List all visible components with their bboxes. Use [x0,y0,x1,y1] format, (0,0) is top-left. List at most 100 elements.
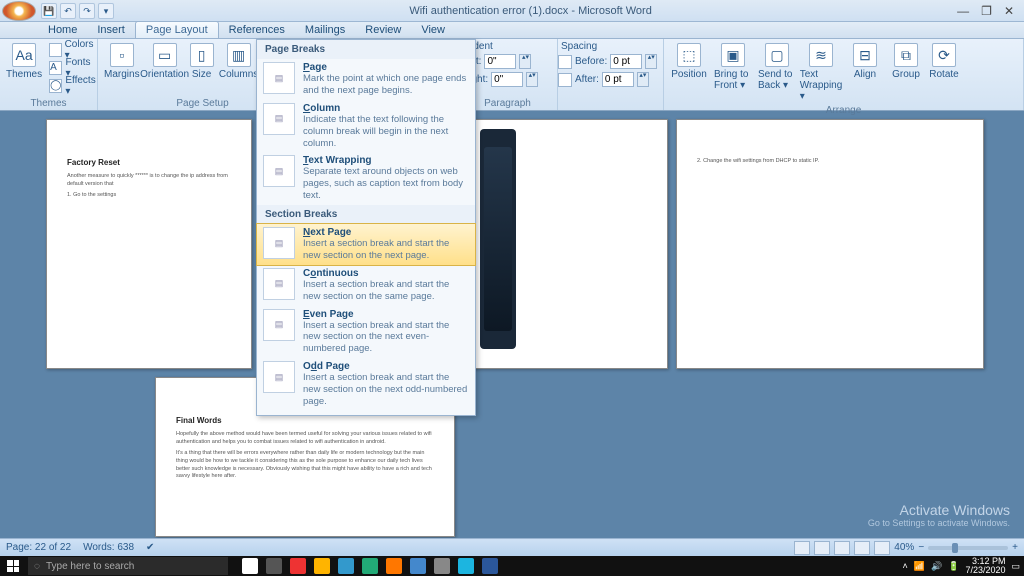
quick-access-toolbar: 💾 ↶ ↷ ▾ [41,3,114,19]
zoom-level[interactable]: 40% [894,542,914,553]
store-icon[interactable] [338,558,354,574]
break-option-desc: Mark the point at which one page ends an… [303,73,469,97]
full-screen-view[interactable] [814,541,830,555]
phone-screenshot-1b [480,129,516,349]
word-count[interactable]: Words: 638 [83,542,134,553]
spacing-after-input[interactable] [602,72,634,87]
indent-right-input[interactable] [491,72,523,87]
margins-icon: ▫ [110,43,134,67]
tab-insert[interactable]: Insert [87,22,135,38]
tab-home[interactable]: Home [38,22,87,38]
start-button[interactable] [0,556,26,576]
columns-button[interactable]: ▥Columns [218,41,260,82]
idm-icon[interactable] [362,558,378,574]
tab-mailings[interactable]: Mailings [295,22,355,38]
tab-view[interactable]: View [411,22,455,38]
rotate-button[interactable]: ⟳Rotate [926,41,962,82]
activate-windows-watermark: Activate Windows Go to Settings to activ… [868,502,1010,528]
page-count[interactable]: Page: 22 of 22 [6,542,71,553]
notifications-icon[interactable]: ▭ [1011,561,1020,572]
section-breaks-header: Section Breaks [257,205,475,224]
app-icon[interactable] [434,558,450,574]
tab-page-layout[interactable]: Page Layout [135,21,219,38]
print-layout-view[interactable] [794,541,810,555]
group-button[interactable]: ⧉Group [888,41,924,82]
p1-heading: Factory Reset [67,158,231,167]
indent-left-input[interactable] [484,54,516,69]
align-icon: ⊟ [853,43,877,67]
draft-view[interactable] [874,541,890,555]
breaks-option-page[interactable]: ▤PageMark the point at which one page en… [257,59,475,100]
clock-date[interactable]: 7/23/2020 [965,566,1005,575]
taskbar-search[interactable]: ◌Type here to search [28,557,228,575]
break-option-desc: Insert a section break and start the new… [303,372,469,408]
vlc-icon[interactable] [386,558,402,574]
orientation-button[interactable]: ▭Orientation [144,41,186,82]
align-button[interactable]: ⊟Align [844,41,886,82]
break-option-title: Continuous [303,268,469,279]
redo-icon[interactable]: ↷ [79,3,95,19]
cortana-icon[interactable] [242,558,258,574]
breaks-option-next-page[interactable]: ▤Next PageInsert a section break and sta… [256,223,476,266]
task-view-icon[interactable] [266,558,282,574]
save-icon[interactable]: 💾 [41,3,57,19]
word-icon[interactable] [482,558,498,574]
breaks-option-continuous[interactable]: ▤ContinuousInsert a section break and st… [257,265,475,306]
office-button[interactable] [2,1,36,21]
size-button[interactable]: ▯Size [188,41,216,82]
spacing-before[interactable]: Before:▴▾ [558,53,657,70]
breaks-option-even-page[interactable]: ▤Even PageInsert a section break and sta… [257,306,475,359]
breaks-option-text-wrapping[interactable]: ▤Text WrappingSeparate text around objec… [257,152,475,205]
opera-icon[interactable] [290,558,306,574]
break-option-title: Text Wrapping [303,155,469,166]
themes-button[interactable]: AaThemes [4,41,44,82]
window-controls: — ❐ ✕ [947,4,1024,18]
spacing-after[interactable]: After:▴▾ [558,71,649,88]
break-option-desc: Insert a section break and start the new… [303,320,469,356]
effects-icon: ◯ [49,79,62,93]
outline-view[interactable] [854,541,870,555]
spacing-before-input[interactable] [610,54,642,69]
qat-more-icon[interactable]: ▾ [98,3,114,19]
volume-icon[interactable]: 🔊 [931,561,942,572]
close-button[interactable]: ✕ [1004,4,1014,18]
send-back-button[interactable]: ▢Send to Back ▾ [756,41,798,93]
web-layout-view[interactable] [834,541,850,555]
page-1[interactable]: Factory Reset Another measure to quickly… [46,119,252,369]
edge-icon[interactable] [458,558,474,574]
theme-effects[interactable]: ◯Effects ▾ [46,77,99,94]
zoom-out-button[interactable]: − [918,542,924,553]
proofing-icon[interactable]: ✔ [146,542,154,553]
break-option-icon: ▤ [263,155,295,187]
break-option-title: Column [303,103,469,114]
battery-icon[interactable]: 🔋 [948,561,959,572]
maximize-button[interactable]: ❐ [981,4,992,18]
bring-front-button[interactable]: ▣Bring to Front ▾ [712,41,754,93]
break-option-desc: Insert a section break and start the new… [303,238,469,262]
theme-fonts[interactable]: AFonts ▾ [46,59,99,76]
window-title: Wifi authentication error (1).docx - Mic… [114,5,947,17]
spacing-header: Spacing [558,41,600,52]
zoom-in-button[interactable]: + [1012,542,1018,553]
document-canvas[interactable]: Factory Reset Another measure to quickly… [0,111,1024,538]
break-option-title: Next Page [303,227,469,238]
taskbar: ◌Type here to search ˄ 📶 🔊 🔋 3:12 PM 7/2… [0,556,1024,576]
text-wrap-button[interactable]: ≋Text Wrapping ▾ [800,41,842,104]
page-3[interactable]: 2. Change the wifi settings from DHCP to… [676,119,984,369]
explorer-icon[interactable] [314,558,330,574]
margins-button[interactable]: ▫Margins [102,41,142,82]
wifi-icon[interactable]: 📶 [914,561,925,572]
tab-references[interactable]: References [219,22,295,38]
position-button[interactable]: ⬚Position [668,41,710,82]
breaks-option-odd-page[interactable]: ▤Odd PageInsert a section break and star… [257,358,475,411]
minimize-button[interactable]: — [957,4,969,18]
undo-icon[interactable]: ↶ [60,3,76,19]
tab-review[interactable]: Review [355,22,411,38]
ribbon-tabs: Home Insert Page Layout References Maili… [0,22,1024,39]
themes-group-label: Themes [4,97,93,110]
theme-colors[interactable]: Colors ▾ [46,41,99,58]
breaks-option-column[interactable]: ▤ColumnIndicate that the text following … [257,100,475,153]
settings-icon[interactable] [410,558,426,574]
tray-chevron-icon[interactable]: ˄ [903,561,908,571]
zoom-slider[interactable] [928,546,1008,550]
